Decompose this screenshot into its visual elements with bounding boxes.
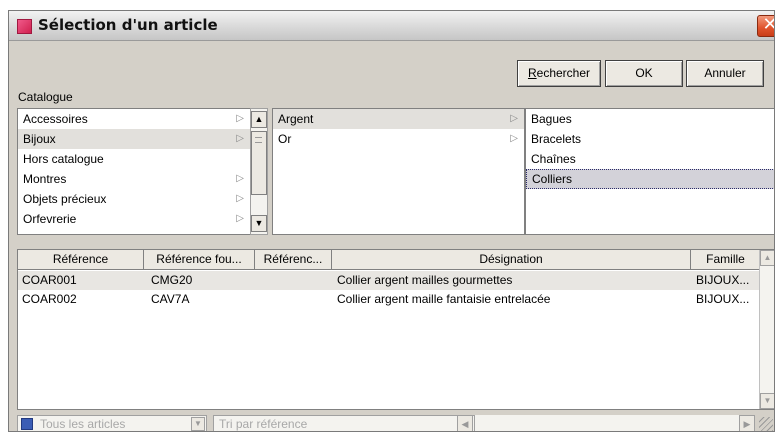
submenu-arrow-icon: ▷ <box>236 173 244 184</box>
cell-famille: BIJOUX... <box>696 273 750 287</box>
subcategory-item-or[interactable]: Or ▷ <box>273 129 524 149</box>
catalogue-family-list[interactable]: Bagues Bracelets Chaînes Colliers <box>525 108 774 235</box>
category-label: Accessoires <box>23 112 88 126</box>
category-label: Montres <box>23 172 67 186</box>
category-scrollbar[interactable]: ▲ ▼ <box>250 108 268 235</box>
dropdown-arrow-icon[interactable]: ▼ <box>191 417 205 431</box>
window-title: Sélection d'un article <box>38 16 218 34</box>
sort-select[interactable]: Tri par référence ▼ <box>213 415 475 431</box>
article-filter-select[interactable]: Tous les articles ▼ <box>17 415 207 431</box>
cell-famille: BIJOUX... <box>696 292 750 306</box>
category-label: Orfevrerie <box>23 212 77 226</box>
cell-reference: COAR001 <box>22 273 77 287</box>
submenu-arrow-icon: ▷ <box>236 113 244 124</box>
title-bar[interactable]: Sélection d'un article ✕ <box>9 11 774 41</box>
category-label: Hors catalogue <box>23 152 104 166</box>
submenu-arrow-icon: ▷ <box>236 213 244 224</box>
article-filter-value: Tous les articles <box>40 417 126 431</box>
close-button[interactable]: ✕ <box>757 15 774 37</box>
family-item-bracelets[interactable]: Bracelets <box>526 129 774 149</box>
cancel-button[interactable]: Annuler <box>686 60 764 87</box>
cell-supplier-reference: CMG20 <box>151 273 193 287</box>
subcategory-label: Argent <box>278 112 314 126</box>
cell-designation: Collier argent maille fantaisie entrelac… <box>337 292 551 306</box>
table-row[interactable]: COAR001 CMG20 Collier argent mailles gou… <box>18 271 761 290</box>
scroll-left-button[interactable]: ◀ <box>457 415 473 431</box>
column-header-supplier-reference[interactable]: Référence fou... <box>144 250 255 269</box>
ok-button[interactable]: OK <box>605 60 683 87</box>
cell-supplier-reference: CAV7A <box>151 292 190 306</box>
filter-icon <box>21 418 33 430</box>
articles-grid[interactable]: Référence Référence fou... Référenc... D… <box>17 249 774 410</box>
catalogue-category-list[interactable]: Accessoires ▷ Bijoux ▷ Hors catalogue Mont… <box>17 108 268 235</box>
category-label: Bijoux <box>23 132 56 146</box>
catalogue-subcategory-list[interactable]: Argent ▷ Or ▷ <box>272 108 525 235</box>
table-row[interactable]: COAR002 CAV7A Collier argent maille fant… <box>18 290 761 309</box>
search-button-mnemonic: R <box>527 66 537 80</box>
column-header-reference-3[interactable]: Référenc... <box>255 250 332 269</box>
subcategory-item-argent[interactable]: Argent ▷ <box>273 109 524 129</box>
category-item-orfevrerie[interactable]: Orfevrerie ▷ <box>18 209 268 229</box>
submenu-arrow-icon: ▷ <box>236 193 244 204</box>
subcategory-label: Or <box>278 132 292 146</box>
scroll-up-button[interactable]: ▲ <box>251 111 267 128</box>
grid-scrollbar[interactable]: ▲ ▼ <box>759 250 774 409</box>
column-header-designation[interactable]: Désignation <box>332 250 691 269</box>
catalogue-label: Catalogue <box>18 90 73 104</box>
submenu-arrow-icon: ▷ <box>236 133 244 144</box>
cell-designation: Collier argent mailles gourmettes <box>337 273 513 287</box>
grid-header: Référence Référence fou... Référenc... D… <box>18 250 774 270</box>
scroll-down-button[interactable]: ▼ <box>251 215 267 232</box>
app-icon <box>17 19 32 34</box>
search-button[interactable]: Rechercher <box>517 60 601 87</box>
cell-reference: COAR002 <box>22 292 77 306</box>
category-item-hors-catalogue[interactable]: Hors catalogue <box>18 149 268 169</box>
category-item-objets-precieux[interactable]: Objets précieux ▷ <box>18 189 268 209</box>
resize-grip-icon[interactable] <box>759 417 773 431</box>
family-item-chaines[interactable]: Chaînes <box>526 149 774 169</box>
family-item-bagues[interactable]: Bagues <box>526 109 774 129</box>
submenu-arrow-icon: ▷ <box>510 113 518 124</box>
category-label: Objets précieux <box>23 192 107 206</box>
column-header-reference[interactable]: Référence <box>18 250 144 269</box>
category-item-accessoires[interactable]: Accessoires ▷ <box>18 109 268 129</box>
grid-scroll-down-button[interactable]: ▼ <box>760 393 774 409</box>
article-selection-dialog: Sélection d'un article ✕ Rechercher OK A… <box>8 10 775 432</box>
grid-scroll-up-button[interactable]: ▲ <box>760 250 774 266</box>
family-item-colliers[interactable]: Colliers <box>526 169 774 189</box>
column-header-famille[interactable]: Famille <box>691 250 761 269</box>
search-button-label: echercher <box>536 66 591 80</box>
horizontal-scrollbar[interactable] <box>475 415 755 431</box>
submenu-arrow-icon: ▷ <box>510 133 518 144</box>
category-item-montres[interactable]: Montres ▷ <box>18 169 268 189</box>
grip-icon <box>255 137 262 143</box>
bottom-toolbar: Tous les articles ▼ Tri par référence ▼ … <box>17 415 774 431</box>
scroll-right-button[interactable]: ▶ <box>739 415 755 431</box>
category-item-bijoux[interactable]: Bijoux ▷ <box>18 129 268 149</box>
sort-value: Tri par référence <box>219 417 308 431</box>
